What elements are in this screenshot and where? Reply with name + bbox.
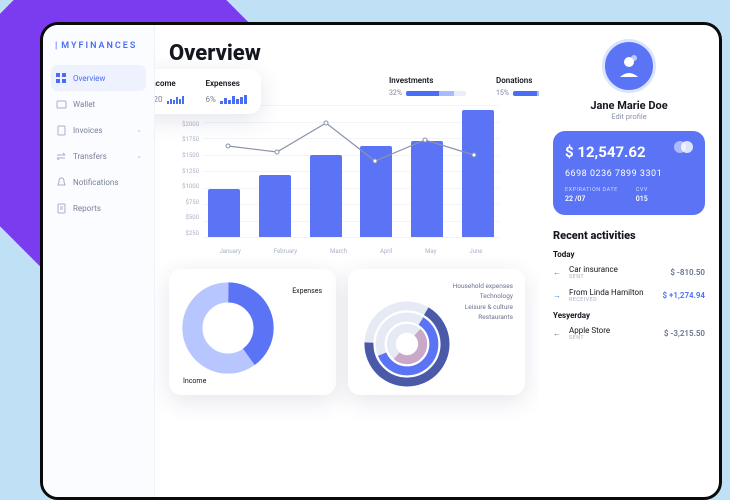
stat-label: Investments <box>389 76 466 85</box>
stat-label: Expenses <box>206 79 247 88</box>
stat-label: Donations <box>496 76 539 85</box>
activity-amount: $ -3,215.50 <box>664 329 705 338</box>
nav-overview[interactable]: Overview <box>51 65 146 91</box>
income-expense-donut: Expenses Income <box>169 269 336 395</box>
arrow-left-icon: ← <box>553 268 563 277</box>
credit-card[interactable]: $ 12,547.62 6698 0236 7899 3301 EXPIRATI… <box>553 131 705 215</box>
logo: MYFINANCES <box>51 41 146 51</box>
nav-reports[interactable]: Reports <box>51 195 146 221</box>
nav-invoices[interactable]: Invoices ⌄ <box>51 117 146 143</box>
nav-label: Notifications <box>73 178 142 187</box>
grid-icon <box>55 72 67 84</box>
activity-name: From Linda Hamilton <box>569 288 656 297</box>
avatar-icon <box>614 51 644 81</box>
edit-profile-link[interactable]: Edit profile <box>553 112 705 121</box>
arrow-left-icon: ← <box>553 329 563 338</box>
stat-value: 32% <box>389 89 402 97</box>
nav-wallet[interactable]: Wallet <box>51 91 146 117</box>
overview-chart: $2250$2000$1750$1500$1250$1000$750$500$2… <box>169 105 499 255</box>
nav-label: Overview <box>73 74 142 83</box>
right-panel: Jane Marie Doe Edit profile $ 12,547.62 … <box>539 25 719 497</box>
activity-name: Apple Store <box>569 326 658 335</box>
activity-amount: $ -810.50 <box>670 268 705 277</box>
cvv-value: 015 <box>636 195 648 203</box>
stat-value: 15% <box>496 89 509 97</box>
cvv-label: CVV <box>636 187 648 193</box>
sidebar: MYFINANCES Overview Wallet Invoices ⌄ Tr… <box>43 25 155 497</box>
summary-card: Income 120 Expenses 6% <box>155 69 261 114</box>
document-icon <box>55 124 67 136</box>
mastercard-icon <box>674 141 693 153</box>
report-icon <box>55 202 67 214</box>
activity-status: RECEIVED <box>569 297 656 303</box>
page-title: Overview <box>169 41 525 66</box>
exp-label: EXPIRATION DATE <box>565 187 618 193</box>
donut-chart-icon <box>181 281 275 375</box>
donut-legend: Household expensesTechnologyLeisure & cu… <box>453 281 513 323</box>
nav-label: Invoices <box>73 126 130 135</box>
arrow-right-icon: → <box>553 291 563 300</box>
profile-name: Jane Marie Doe <box>553 99 705 112</box>
wallet-icon <box>55 98 67 110</box>
activity-row[interactable]: ← Apple StoreSENT $ -3,215.50 <box>553 326 705 341</box>
nav-notifications[interactable]: Notifications <box>51 169 146 195</box>
avatar[interactable] <box>602 39 656 93</box>
sparkline-icon <box>220 94 247 104</box>
y-axis: $2250$2000$1750$1500$1250$1000$750$500$2… <box>169 105 199 237</box>
main-content: Overview Income 120 Expenses 6% Investme… <box>155 25 539 497</box>
activities-title: Recent activities <box>553 229 705 242</box>
activity-day: Yesyerday <box>553 311 705 320</box>
chevron-down-icon: ⌄ <box>136 126 142 134</box>
nav-transfers[interactable]: Transfers ⌄ <box>51 143 146 169</box>
stat-value: 6% <box>206 95 216 104</box>
stat-label: Income <box>155 79 184 88</box>
exp-value: 22 /07 <box>565 195 618 203</box>
stat-value: 120 <box>155 95 163 104</box>
bell-icon <box>55 176 67 188</box>
chevron-down-icon: ⌄ <box>136 152 142 160</box>
stat-income: Income 120 <box>155 79 184 104</box>
card-number: 6698 0236 7899 3301 <box>565 169 693 179</box>
transfer-icon <box>55 150 67 162</box>
x-axis: JanuaryFebruaryMarchAprilMayJune <box>203 248 499 255</box>
activity-status: SENT <box>569 274 664 280</box>
chart-bars <box>203 105 499 237</box>
stat-expenses: Expenses 6% <box>206 79 247 104</box>
nav-label: Transfers <box>73 152 130 161</box>
nav-label: Wallet <box>73 100 142 109</box>
donut-label: Income <box>183 377 206 385</box>
breakdown-donut: Household expensesTechnologyLeisure & cu… <box>348 269 525 395</box>
activity-day: Today <box>553 250 705 259</box>
multi-donut-icon <box>360 297 454 391</box>
activity-row[interactable]: ← Car insuranceSENT $ -810.50 <box>553 265 705 280</box>
stat-investments: Investments 32% <box>389 76 466 97</box>
app-window: MYFINANCES Overview Wallet Invoices ⌄ Tr… <box>40 22 722 500</box>
donut-label: Expenses <box>292 287 322 295</box>
activity-amount: $ +1,274.94 <box>662 291 705 300</box>
profile: Jane Marie Doe Edit profile <box>553 39 705 121</box>
nav-label: Reports <box>73 204 142 213</box>
sparkline-icon <box>167 94 184 104</box>
activity-row[interactable]: → From Linda HamiltonRECEIVED $ +1,274.9… <box>553 288 705 303</box>
activity-status: SENT <box>569 335 658 341</box>
stat-donations: Donations 15% <box>496 76 539 97</box>
activity-name: Car insurance <box>569 265 664 274</box>
